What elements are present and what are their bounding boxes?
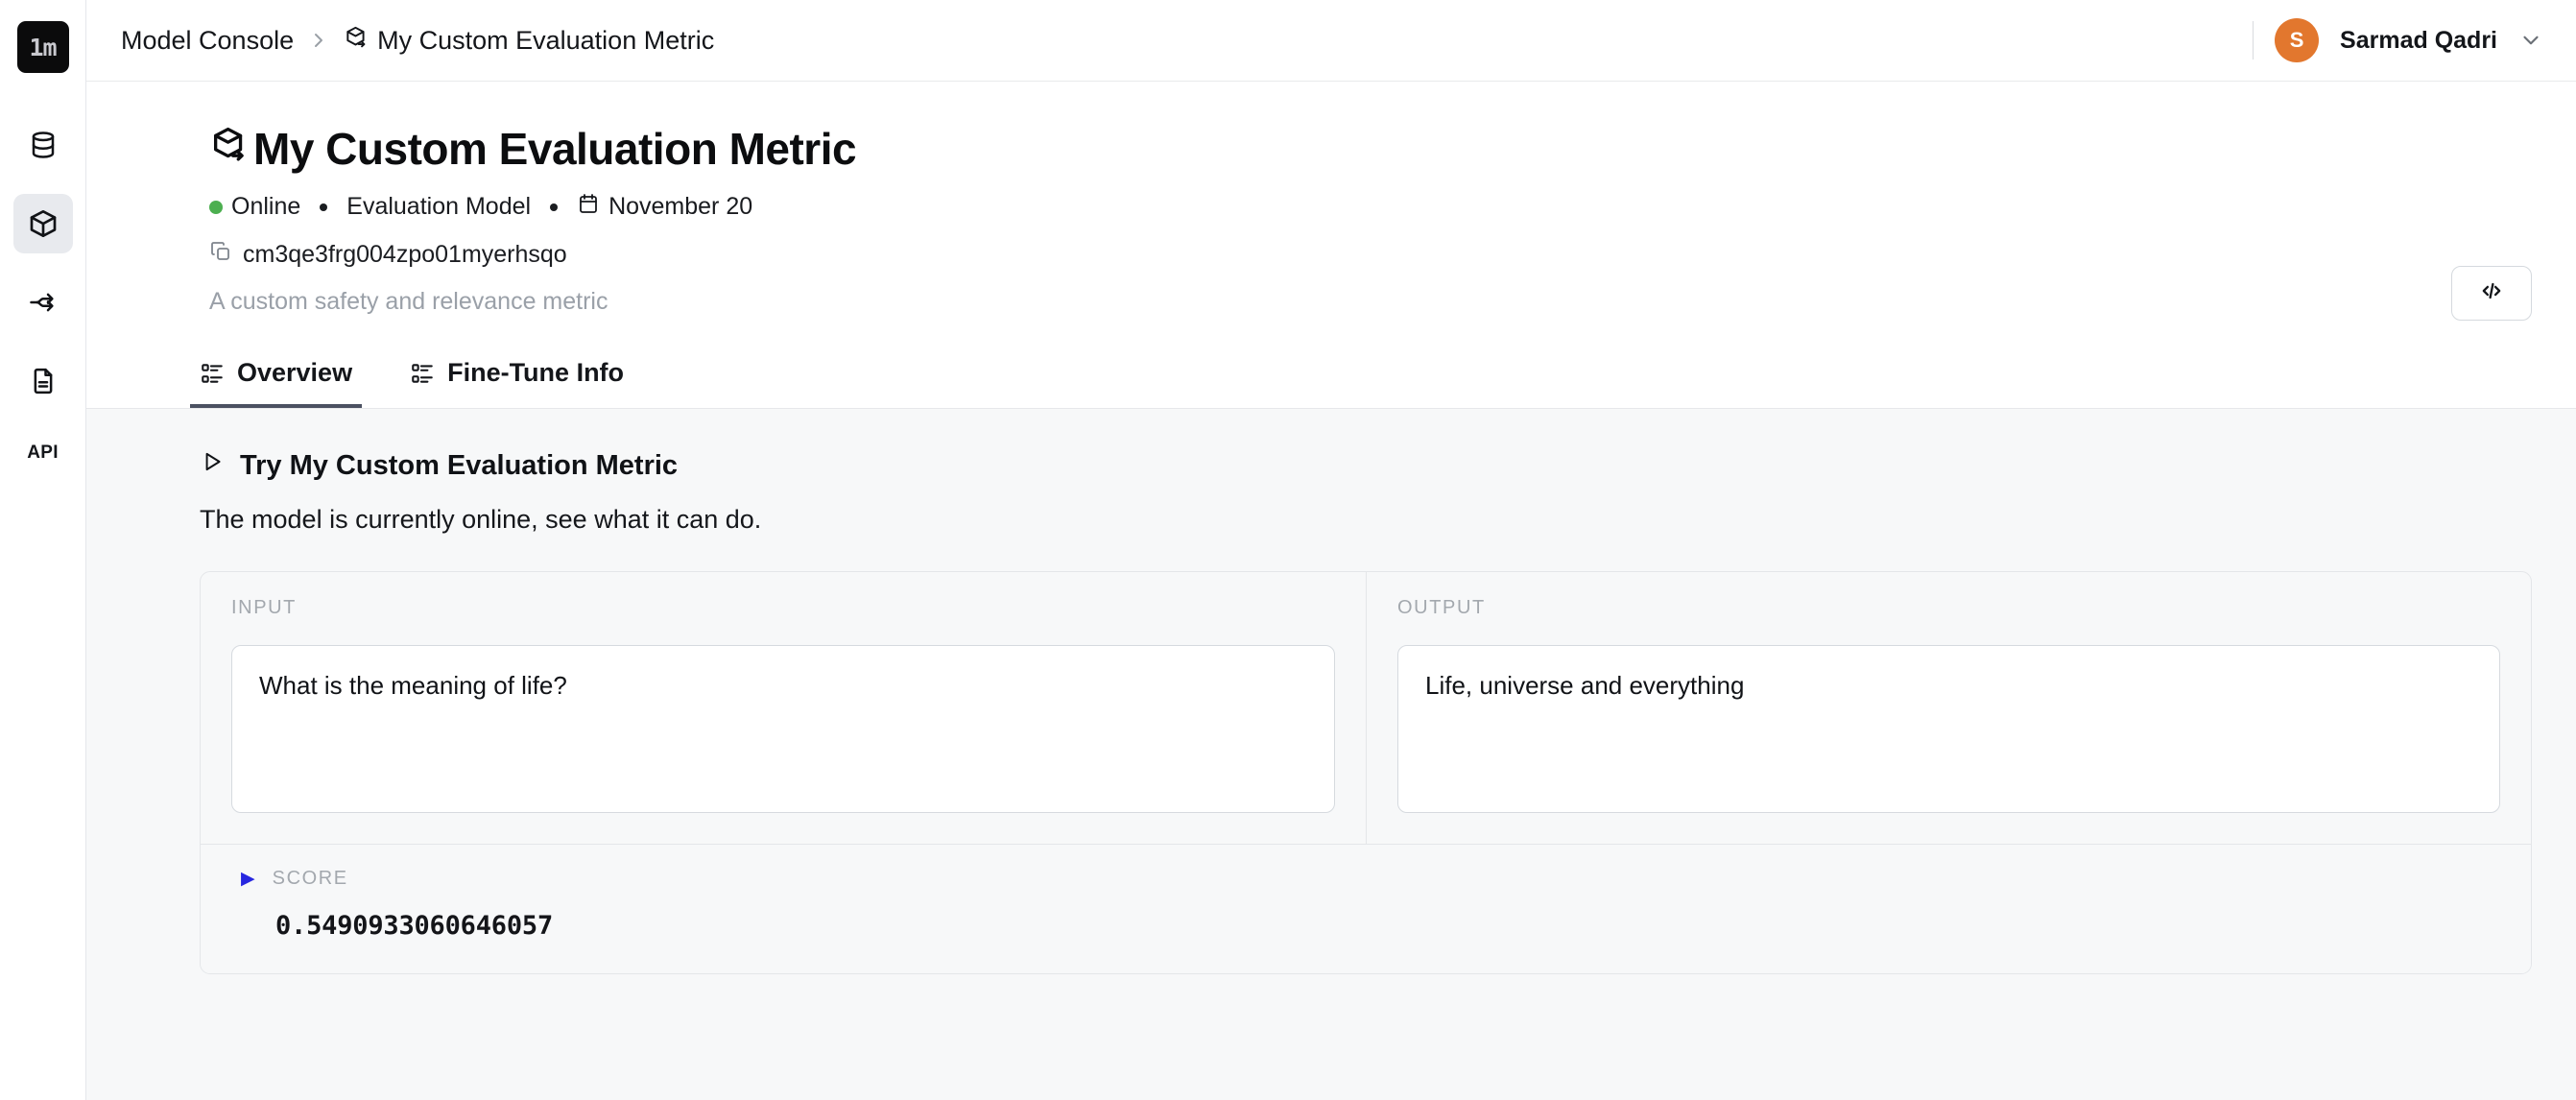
list-details-icon bbox=[200, 361, 225, 386]
chevron-right-icon bbox=[307, 29, 330, 52]
breadcrumb-root[interactable]: Model Console bbox=[121, 26, 294, 56]
score-section: ▶ SCORE 0.5490933060646057 bbox=[201, 844, 2531, 973]
list-details-icon bbox=[410, 361, 435, 386]
topbar: Model Console My Custom Evaluation Metri… bbox=[86, 0, 2576, 82]
breadcrumb-current: My Custom Evaluation Metric bbox=[344, 25, 714, 57]
input-label: INPUT bbox=[231, 597, 297, 618]
git-fork-icon bbox=[29, 288, 58, 317]
calendar-icon bbox=[577, 192, 600, 222]
try-section-heading: Try My Custom Evaluation Metric bbox=[200, 449, 2532, 482]
page-title: My Custom Evaluation Metric bbox=[209, 125, 2532, 172]
output-label: OUTPUT bbox=[1397, 597, 1486, 618]
sidebar-item-docs[interactable] bbox=[13, 351, 73, 411]
output-column: OUTPUT Life, universe and everything bbox=[1366, 572, 2531, 844]
chevron-down-icon[interactable] bbox=[2518, 28, 2543, 53]
try-section-heading-label: Try My Custom Evaluation Metric bbox=[240, 449, 679, 481]
page-header: My Custom Evaluation Metric Online Evalu… bbox=[86, 82, 2576, 321]
model-cube-arrow-icon bbox=[209, 125, 250, 172]
sidebar-item-database[interactable] bbox=[13, 115, 73, 175]
breadcrumb-current-label: My Custom Evaluation Metric bbox=[377, 25, 715, 55]
cube-icon bbox=[28, 208, 59, 239]
sidebar-nav: API bbox=[0, 115, 85, 476]
page-title-text: My Custom Evaluation Metric bbox=[253, 123, 857, 174]
output-textarea[interactable]: Life, universe and everything bbox=[1397, 645, 2500, 813]
sidebar-item-models[interactable] bbox=[12, 194, 73, 253]
status-badge: Online bbox=[209, 193, 300, 221]
model-id-row[interactable]: cm3qe3frg004zpo01myerhsqo bbox=[209, 240, 2532, 270]
database-icon bbox=[29, 131, 58, 159]
score-value: 0.5490933060646057 bbox=[275, 911, 553, 941]
model-description: A custom safety and relevance metric bbox=[209, 288, 608, 315]
code-icon bbox=[2478, 277, 2505, 309]
tab-overview-label: Overview bbox=[237, 358, 353, 387]
tab-bar: Overview Fine-Tune Info bbox=[86, 358, 2576, 409]
sidebar-item-api[interactable]: API bbox=[13, 430, 73, 476]
status-label: Online bbox=[231, 193, 301, 220]
copy-icon[interactable] bbox=[209, 240, 232, 270]
content-area: Try My Custom Evaluation Metric The mode… bbox=[86, 409, 2576, 1100]
file-text-icon bbox=[29, 367, 58, 395]
sidebar: 1m API bbox=[0, 0, 86, 1100]
view-code-button[interactable] bbox=[2451, 266, 2532, 321]
tab-fine-tune-info[interactable]: Fine-Tune Info bbox=[400, 358, 633, 408]
io-row: INPUT What is the meaning of life? OUTPU… bbox=[201, 572, 2531, 844]
play-icon bbox=[200, 449, 225, 482]
tab-fine-tune-info-label: Fine-Tune Info bbox=[447, 358, 625, 387]
score-header[interactable]: ▶ SCORE bbox=[241, 868, 2500, 890]
breadcrumb: Model Console My Custom Evaluation Metri… bbox=[121, 25, 714, 57]
divider bbox=[2253, 21, 2254, 60]
main-area: Model Console My Custom Evaluation Metri… bbox=[86, 0, 2576, 1100]
input-column: INPUT What is the meaning of life? bbox=[201, 572, 1366, 844]
topbar-user-area: S Sarmad Qadri bbox=[2253, 18, 2543, 62]
playground-panel: INPUT What is the meaning of life? OUTPU… bbox=[200, 571, 2532, 974]
model-cube-arrow-icon bbox=[344, 25, 369, 57]
try-section-subtext: The model is currently online, see what … bbox=[200, 505, 762, 534]
score-key-label: SCORE bbox=[272, 868, 348, 889]
bullet-separator bbox=[320, 203, 328, 211]
created-date: November 20 bbox=[577, 192, 752, 222]
sidebar-item-flows[interactable] bbox=[13, 273, 73, 332]
app-root: 1m API Model Console My Custom Evaluatio… bbox=[0, 0, 2576, 1100]
model-type: Evaluation Model bbox=[346, 193, 532, 220]
bullet-separator bbox=[550, 203, 559, 211]
model-meta: Online Evaluation Model November 20 bbox=[209, 192, 2532, 222]
status-dot-icon bbox=[209, 200, 223, 214]
avatar[interactable]: S bbox=[2275, 18, 2320, 62]
model-id: cm3qe3frg004zpo01myerhsqo bbox=[243, 241, 567, 268]
user-name[interactable]: Sarmad Qadri bbox=[2340, 27, 2497, 55]
app-logo[interactable]: 1m bbox=[16, 21, 69, 73]
expand-triangle-icon[interactable]: ▶ bbox=[241, 870, 255, 888]
created-date-label: November 20 bbox=[608, 193, 753, 220]
tab-overview[interactable]: Overview bbox=[190, 358, 363, 408]
input-textarea[interactable]: What is the meaning of life? bbox=[231, 645, 1335, 813]
